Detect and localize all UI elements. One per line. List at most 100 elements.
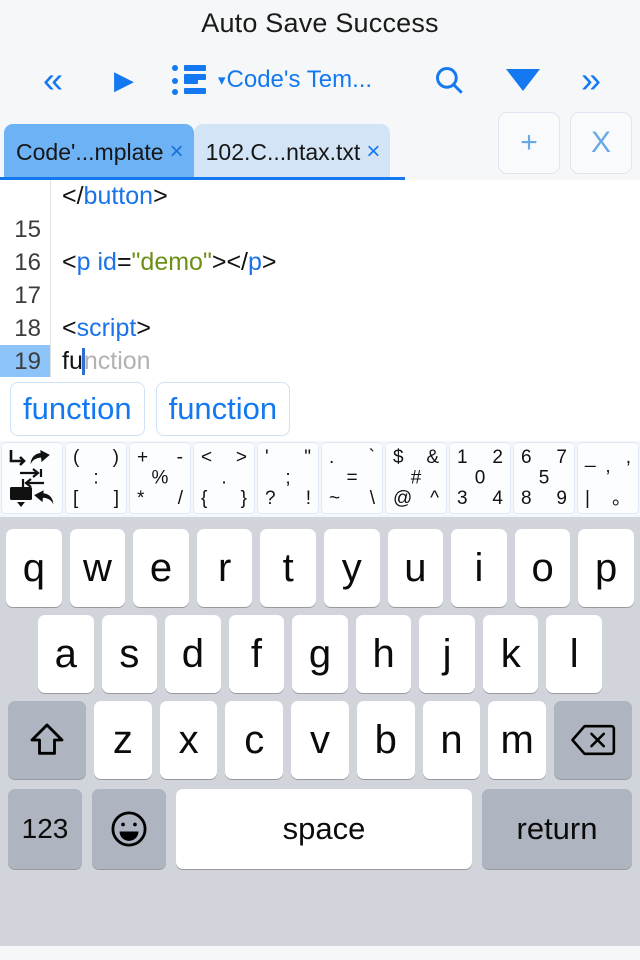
code-line[interactable]: 17 (0, 279, 640, 312)
symbol-glyph[interactable]: ) (113, 448, 119, 467)
symbol-glyph[interactable]: 3 (457, 489, 468, 508)
key-d[interactable]: d (165, 615, 221, 693)
key-i[interactable]: i (451, 529, 507, 607)
close-icon[interactable]: × (170, 138, 184, 166)
tab-item-1[interactable]: 102.C...ntax.txt × (193, 124, 391, 180)
key-j[interactable]: j (419, 615, 475, 693)
backspace-icon[interactable] (554, 701, 632, 779)
symbol-glyph[interactable]: ] (114, 489, 119, 508)
code-line[interactable]: 15 (0, 213, 640, 246)
symbol-key[interactable]: ' ";?! (257, 442, 319, 514)
key-x[interactable]: x (159, 701, 218, 779)
key-g[interactable]: g (292, 615, 348, 693)
key-s[interactable]: s (101, 615, 158, 693)
key-p[interactable]: p (578, 529, 634, 607)
symbol-glyph[interactable]: = (346, 469, 357, 488)
symbol-key-actions[interactable] (1, 442, 63, 514)
key-k[interactable]: k (482, 615, 539, 693)
symbol-glyph[interactable]: 5 (539, 469, 550, 488)
symbol-glyph[interactable]: 7 (556, 448, 567, 467)
code-line[interactable]: 16 <p id="demo"></p> (0, 246, 640, 279)
symbol-key[interactable]: + -% * / (129, 442, 191, 514)
key-t[interactable]: t (260, 529, 316, 607)
symbol-glyph[interactable]: + (137, 448, 148, 467)
key-o[interactable]: o (514, 529, 571, 607)
autocomplete-suggestion[interactable]: function (10, 382, 145, 436)
symbol-glyph[interactable]: 8 (521, 489, 532, 508)
key-v[interactable]: v (291, 701, 349, 779)
symbol-glyph[interactable]: ; (285, 469, 290, 488)
symbol-glyph[interactable]: * (137, 489, 144, 508)
code-editor[interactable]: </button> 15 16 <p id="demo"></p> 17 18 <scrip… (0, 180, 640, 377)
symbol-glyph[interactable]: } (241, 489, 247, 508)
run-play-icon[interactable]: ▶ (88, 67, 160, 93)
symbol-glyph[interactable]: ? (265, 489, 276, 508)
close-all-tabs-button[interactable]: X (570, 112, 632, 174)
emoji-smiley-icon[interactable] (92, 789, 166, 869)
key-y[interactable]: y (324, 529, 380, 607)
template-selector[interactable]: ▾ Code's Tem... (218, 66, 372, 94)
newline-indent-icon[interactable] (9, 448, 31, 468)
symbol-glyph[interactable]: < (201, 448, 212, 467)
key-u[interactable]: u (387, 529, 444, 607)
symbol-glyph[interactable]: . (329, 448, 334, 467)
key-e[interactable]: e (133, 529, 189, 607)
symbol-glyph[interactable]: { (201, 489, 207, 508)
symbol-glyph[interactable]: ~ (329, 489, 340, 508)
symbol-glyph[interactable]: : (93, 469, 98, 488)
symbol-glyph[interactable]: ` (369, 448, 375, 467)
code-line[interactable]: </button> (0, 180, 640, 213)
search-icon[interactable] (412, 63, 486, 97)
symbol-glyph[interactable]: ( (73, 448, 79, 467)
key-w[interactable]: w (69, 529, 126, 607)
symbol-key[interactable]: . ` = ~ \ (321, 442, 383, 514)
key-l[interactable]: l (546, 615, 603, 693)
outline-list-icon[interactable] (160, 64, 218, 96)
symbol-glyph[interactable]: % (152, 469, 169, 488)
symbol-glyph[interactable]: , (626, 448, 631, 467)
prev-chevron-icon[interactable]: « (18, 62, 88, 98)
symbol-glyph[interactable]: 1 (457, 448, 468, 467)
close-icon[interactable]: × (366, 138, 380, 166)
redo-icon[interactable] (29, 488, 55, 508)
symbol-glyph[interactable]: / (178, 489, 183, 508)
symbol-glyph[interactable]: [ (73, 489, 78, 508)
symbol-key[interactable]: (): [] (65, 442, 127, 514)
undo-icon[interactable] (29, 448, 55, 468)
code-line[interactable]: 18 <script> (0, 312, 640, 345)
symbol-glyph[interactable]: ! (306, 489, 311, 508)
symbol-key[interactable]: < >. {} (193, 442, 255, 514)
symbol-glyph[interactable]: 6 (521, 448, 532, 467)
add-tab-button[interactable]: + (498, 112, 560, 174)
symbol-glyph[interactable]: 2 (492, 448, 503, 467)
space-key[interactable]: space (176, 789, 472, 869)
symbol-glyph[interactable]: ' (265, 448, 269, 467)
symbol-glyph[interactable]: $ (393, 448, 404, 467)
symbol-glyph[interactable]: @ (393, 489, 412, 508)
key-n[interactable]: n (422, 701, 481, 779)
next-chevron-icon[interactable]: » (560, 62, 622, 98)
key-q[interactable]: q (6, 529, 62, 607)
numbers-key[interactable]: 123 (8, 789, 82, 869)
key-a[interactable]: a (37, 615, 94, 693)
dropdown-triangle-icon[interactable] (486, 66, 560, 94)
key-r[interactable]: r (196, 529, 253, 607)
autocomplete-suggestion[interactable]: function (155, 382, 291, 436)
key-b[interactable]: b (356, 701, 415, 779)
symbol-glyph[interactable]: " (304, 448, 311, 467)
symbol-glyph[interactable]: 。 (612, 489, 631, 508)
symbol-glyph[interactable]: | (585, 489, 590, 508)
symbol-glyph[interactable]: . (221, 469, 226, 488)
symbol-key[interactable]: 1 203 4 (449, 442, 511, 514)
key-f[interactable]: f (228, 615, 285, 693)
symbol-key[interactable]: _, ’ | 。 (577, 442, 639, 514)
tab-item-0[interactable]: Code'...mplate × (4, 124, 194, 180)
key-z[interactable]: z (94, 701, 152, 779)
shift-arrow-icon[interactable] (8, 701, 86, 779)
symbol-glyph[interactable]: 0 (475, 469, 486, 488)
symbol-glyph[interactable]: - (177, 448, 183, 467)
symbol-glyph[interactable]: ^ (430, 489, 439, 508)
symbol-glyph[interactable]: \ (370, 489, 375, 508)
symbol-glyph[interactable]: _ (585, 448, 596, 467)
key-c[interactable]: c (225, 701, 284, 779)
